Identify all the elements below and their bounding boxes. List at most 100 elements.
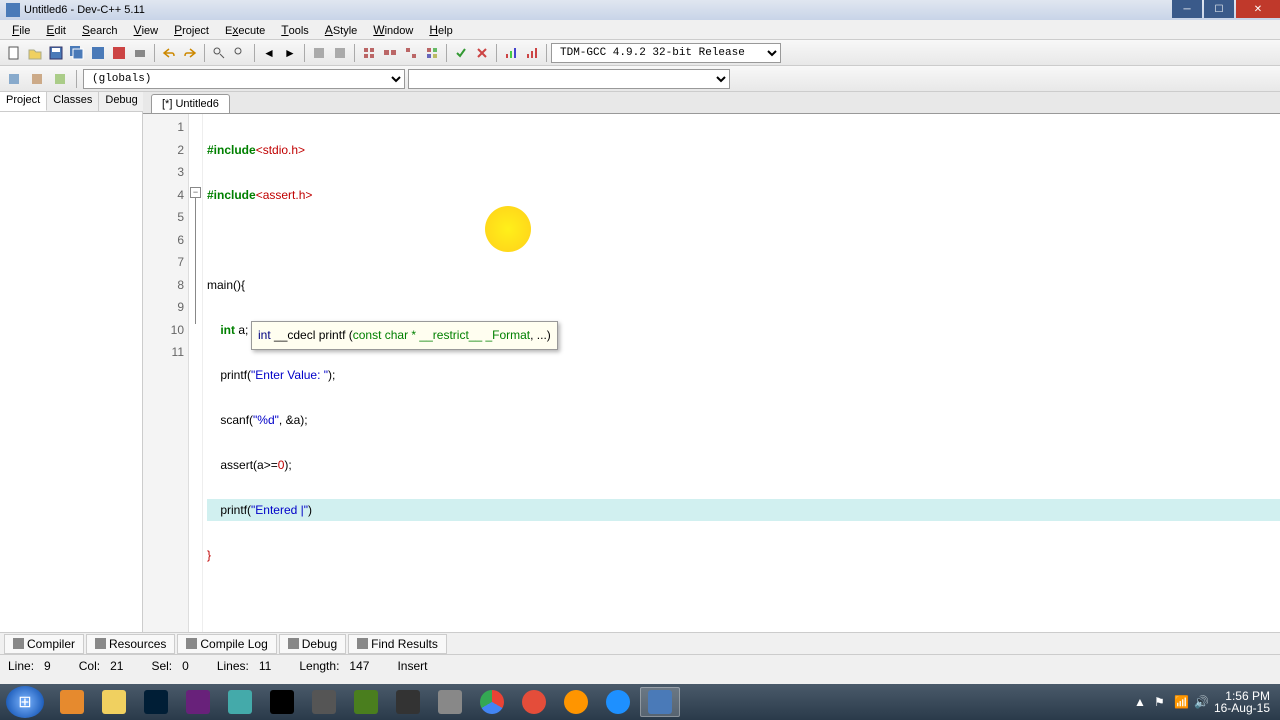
tab-resources[interactable]: Resources	[86, 634, 175, 654]
tray-volume-icon[interactable]: 🔊	[1194, 695, 1208, 709]
tray-up-icon[interactable]: ▲	[1134, 695, 1148, 709]
menu-search[interactable]: Search	[74, 21, 126, 39]
menu-window[interactable]: Window	[365, 21, 421, 39]
print-button[interactable]	[130, 43, 150, 63]
save-as-button[interactable]	[88, 43, 108, 63]
tab-compiler[interactable]: Compiler	[4, 634, 84, 654]
menu-project[interactable]: Project	[166, 21, 217, 39]
minimize-button[interactable]: ─	[1172, 0, 1202, 18]
code-line: #include<assert.h>	[207, 184, 1280, 207]
line-number: 1	[143, 116, 184, 139]
start-button[interactable]: ⊞	[6, 686, 44, 718]
taskbar-app[interactable]	[430, 687, 470, 717]
app-icon	[6, 3, 20, 17]
member-select[interactable]	[408, 69, 730, 89]
code-line: #include<stdio.h>	[207, 139, 1280, 162]
code-line: assert(a>=0);	[207, 454, 1280, 477]
code-view[interactable]: 1 2 3 4 5 6 7 8 9 10 11 − #include<stdio…	[143, 114, 1280, 632]
menu-view[interactable]: View	[126, 21, 167, 39]
taskbar-firefox[interactable]	[556, 687, 596, 717]
taskbar-visualstudio[interactable]	[178, 687, 218, 717]
taskbar-photoshop[interactable]	[136, 687, 176, 717]
code-line	[207, 589, 1280, 612]
fold-toggle[interactable]: −	[190, 187, 201, 198]
undo-button[interactable]	[159, 43, 179, 63]
scope-select[interactable]: (globals)	[83, 69, 405, 89]
code-content[interactable]: #include<stdio.h> #include<assert.h> mai…	[203, 114, 1280, 632]
toolbar-separator	[304, 44, 305, 62]
menu-tools[interactable]: Tools	[273, 21, 317, 39]
tab-debug[interactable]: Debug	[99, 92, 144, 111]
tab-project[interactable]: Project	[0, 92, 47, 111]
toolbar-separator	[446, 44, 447, 62]
line-number: 4	[143, 184, 184, 207]
tray-flag-icon[interactable]: ⚑	[1154, 695, 1168, 709]
menu-astyle[interactable]: AStyle	[317, 21, 365, 39]
close-button[interactable]: ✕	[1236, 0, 1280, 18]
line-number: 3	[143, 161, 184, 184]
menu-execute[interactable]: Execute	[217, 21, 273, 39]
taskbar-media-player[interactable]	[52, 687, 92, 717]
find-results-icon	[357, 638, 368, 649]
menu-help[interactable]: Help	[421, 21, 460, 39]
toolbar-separator	[546, 44, 547, 62]
delete-profile-button[interactable]	[522, 43, 542, 63]
close-file-button[interactable]	[109, 43, 129, 63]
open-file-button[interactable]	[25, 43, 45, 63]
taskbar-btsync[interactable]	[388, 687, 428, 717]
maximize-button[interactable]: ☐	[1204, 0, 1234, 18]
menu-file[interactable]: File	[4, 21, 38, 39]
tab-compile-log[interactable]: Compile Log	[177, 634, 276, 654]
tab-debug-bottom[interactable]: Debug	[279, 634, 346, 654]
tab-find-results[interactable]: Find Results	[348, 634, 447, 654]
menubar: File Edit Search View Project Execute To…	[0, 20, 1280, 40]
save-button[interactable]	[46, 43, 66, 63]
forward-button[interactable]: ►	[280, 43, 300, 63]
goto-button[interactable]	[309, 43, 329, 63]
rebuild-button[interactable]	[422, 43, 442, 63]
editor-tabs: [*] Untitled6	[143, 92, 1280, 114]
taskbar-devcpp[interactable]	[640, 687, 680, 717]
taskbar-paint[interactable]	[220, 687, 260, 717]
taskbar-ie[interactable]	[598, 687, 638, 717]
new-project-button[interactable]	[4, 69, 24, 89]
debug-icon	[288, 638, 299, 649]
debug-button[interactable]	[451, 43, 471, 63]
taskbar-icons	[52, 687, 1134, 717]
insert-button[interactable]	[27, 69, 47, 89]
stop-button[interactable]	[472, 43, 492, 63]
taskbar-chrome[interactable]	[472, 687, 512, 717]
taskbar-opera[interactable]	[514, 687, 554, 717]
line-number: 2	[143, 139, 184, 162]
toolbar-separator	[354, 44, 355, 62]
toolbar-separator	[76, 70, 77, 88]
compile-log-icon	[186, 638, 197, 649]
window-buttons: ─ ☐ ✕	[1172, 0, 1280, 20]
fold-line	[195, 198, 196, 324]
replace-button[interactable]	[230, 43, 250, 63]
menu-edit[interactable]: Edit	[38, 21, 74, 39]
editor-tab[interactable]: [*] Untitled6	[151, 94, 230, 113]
find-button[interactable]	[209, 43, 229, 63]
side-panel: Project Classes Debug	[0, 92, 143, 632]
new-file-button[interactable]	[4, 43, 24, 63]
tray-clock[interactable]: 1:56 PM 16-Aug-15	[1214, 690, 1270, 714]
compile-run-button[interactable]	[401, 43, 421, 63]
taskbar-tools[interactable]	[304, 687, 344, 717]
tab-classes[interactable]: Classes	[47, 92, 99, 111]
tray-network-icon[interactable]: 📶	[1174, 695, 1188, 709]
status-sel: Sel: 0	[151, 659, 188, 673]
taskbar-explorer[interactable]	[94, 687, 134, 717]
toggle-button[interactable]	[50, 69, 70, 89]
profile-button[interactable]	[501, 43, 521, 63]
taskbar-dreamweaver[interactable]	[346, 687, 386, 717]
redo-button[interactable]	[180, 43, 200, 63]
compiler-select[interactable]: TDM-GCC 4.9.2 32-bit Release	[551, 43, 781, 63]
toolbar-separator	[204, 44, 205, 62]
taskbar-cmd[interactable]	[262, 687, 302, 717]
save-all-button[interactable]	[67, 43, 87, 63]
compile-button[interactable]	[359, 43, 379, 63]
run-button[interactable]	[380, 43, 400, 63]
back-button[interactable]: ◄	[259, 43, 279, 63]
bookmark-button[interactable]	[330, 43, 350, 63]
